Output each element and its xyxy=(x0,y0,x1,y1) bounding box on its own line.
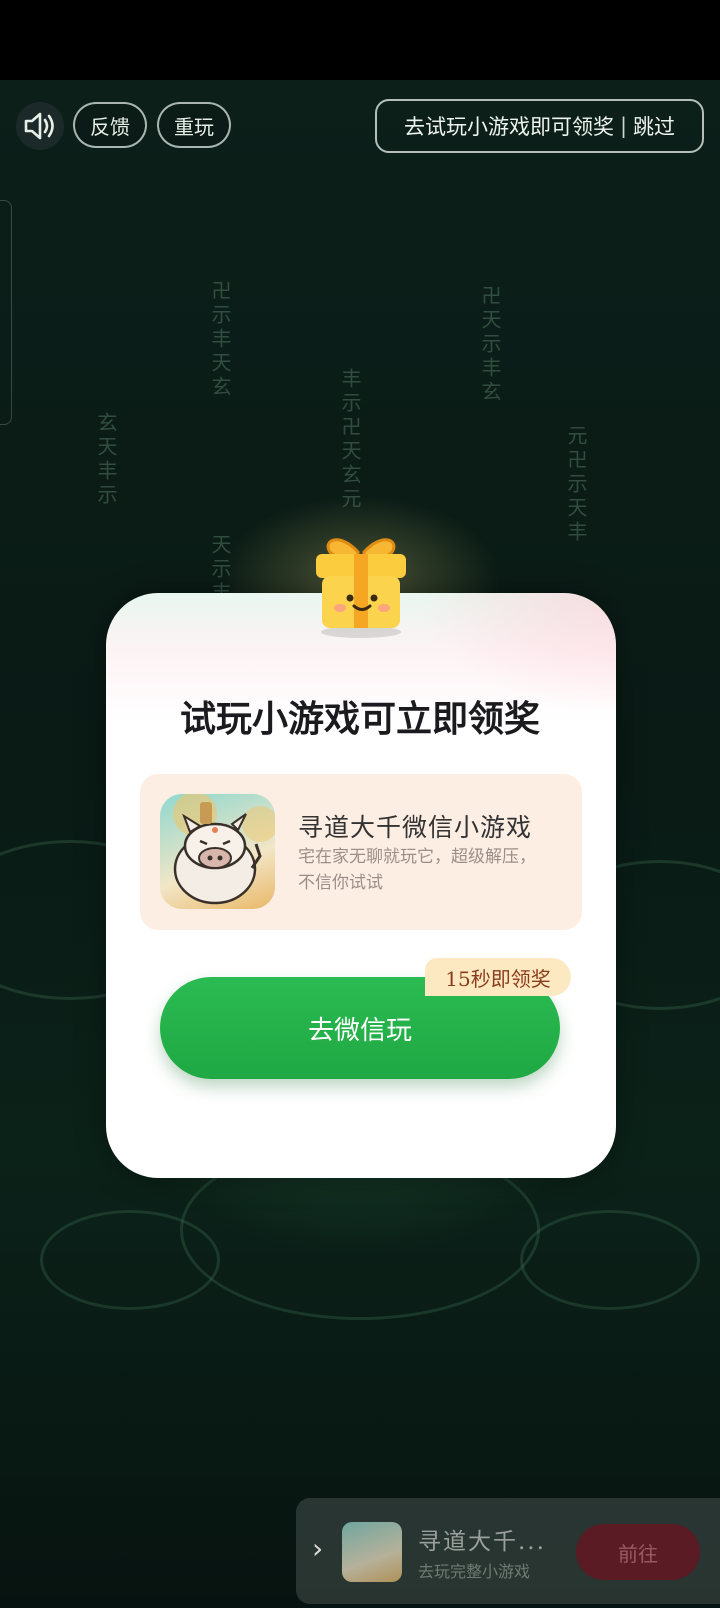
skip-label: 跳过 xyxy=(633,115,676,139)
banner-go-button[interactable]: 前往 xyxy=(576,1524,700,1580)
bottom-game-banner[interactable]: › 寻道大千... 去玩完整小游戏 前往 xyxy=(296,1498,720,1604)
banner-title: 寻道大千... xyxy=(418,1529,546,1555)
skip-button[interactable]: 去试玩小游戏即可领奖 | 跳过 xyxy=(375,99,704,153)
dialog-title: 试玩小游戏可立即领奖 xyxy=(179,699,540,740)
sound-toggle-button[interactable] xyxy=(16,102,64,150)
skip-separator: | xyxy=(619,114,628,138)
reward-timer-badge: 15秒即领奖 xyxy=(425,958,571,996)
gift-icon xyxy=(300,522,422,644)
chevron-right-icon[interactable]: › xyxy=(312,1532,323,1565)
game-card[interactable]: 寻道大千微信小游戏 宅在家无聊就玩它，超级解压，不信你试试 xyxy=(140,774,582,930)
decorative-swirl xyxy=(40,1210,220,1310)
speaker-icon xyxy=(24,112,54,140)
replay-button[interactable]: 重玩 xyxy=(157,102,231,148)
game-description: 宅在家无聊就玩它，超级解压，不信你试试 xyxy=(298,847,536,893)
decorative-rune: 卍天示丰玄 xyxy=(478,285,502,405)
side-handle[interactable] xyxy=(0,200,12,425)
decorative-rune: 元卍示天丰 xyxy=(564,425,588,545)
game-name: 寻道大千微信小游戏 xyxy=(298,813,533,842)
status-bar xyxy=(0,0,720,80)
banner-subtitle: 去玩完整小游戏 xyxy=(418,1562,531,1581)
decorative-rune: 卍示丰天玄 xyxy=(208,280,232,400)
feedback-button[interactable]: 反馈 xyxy=(73,102,147,148)
banner-game-icon xyxy=(342,1522,402,1582)
game-app-icon xyxy=(160,794,275,909)
decorative-swirl xyxy=(520,1210,700,1310)
decorative-rune: 玄天丰示 xyxy=(94,412,118,508)
skip-hint-text: 去试玩小游戏即可领奖 xyxy=(403,115,614,139)
